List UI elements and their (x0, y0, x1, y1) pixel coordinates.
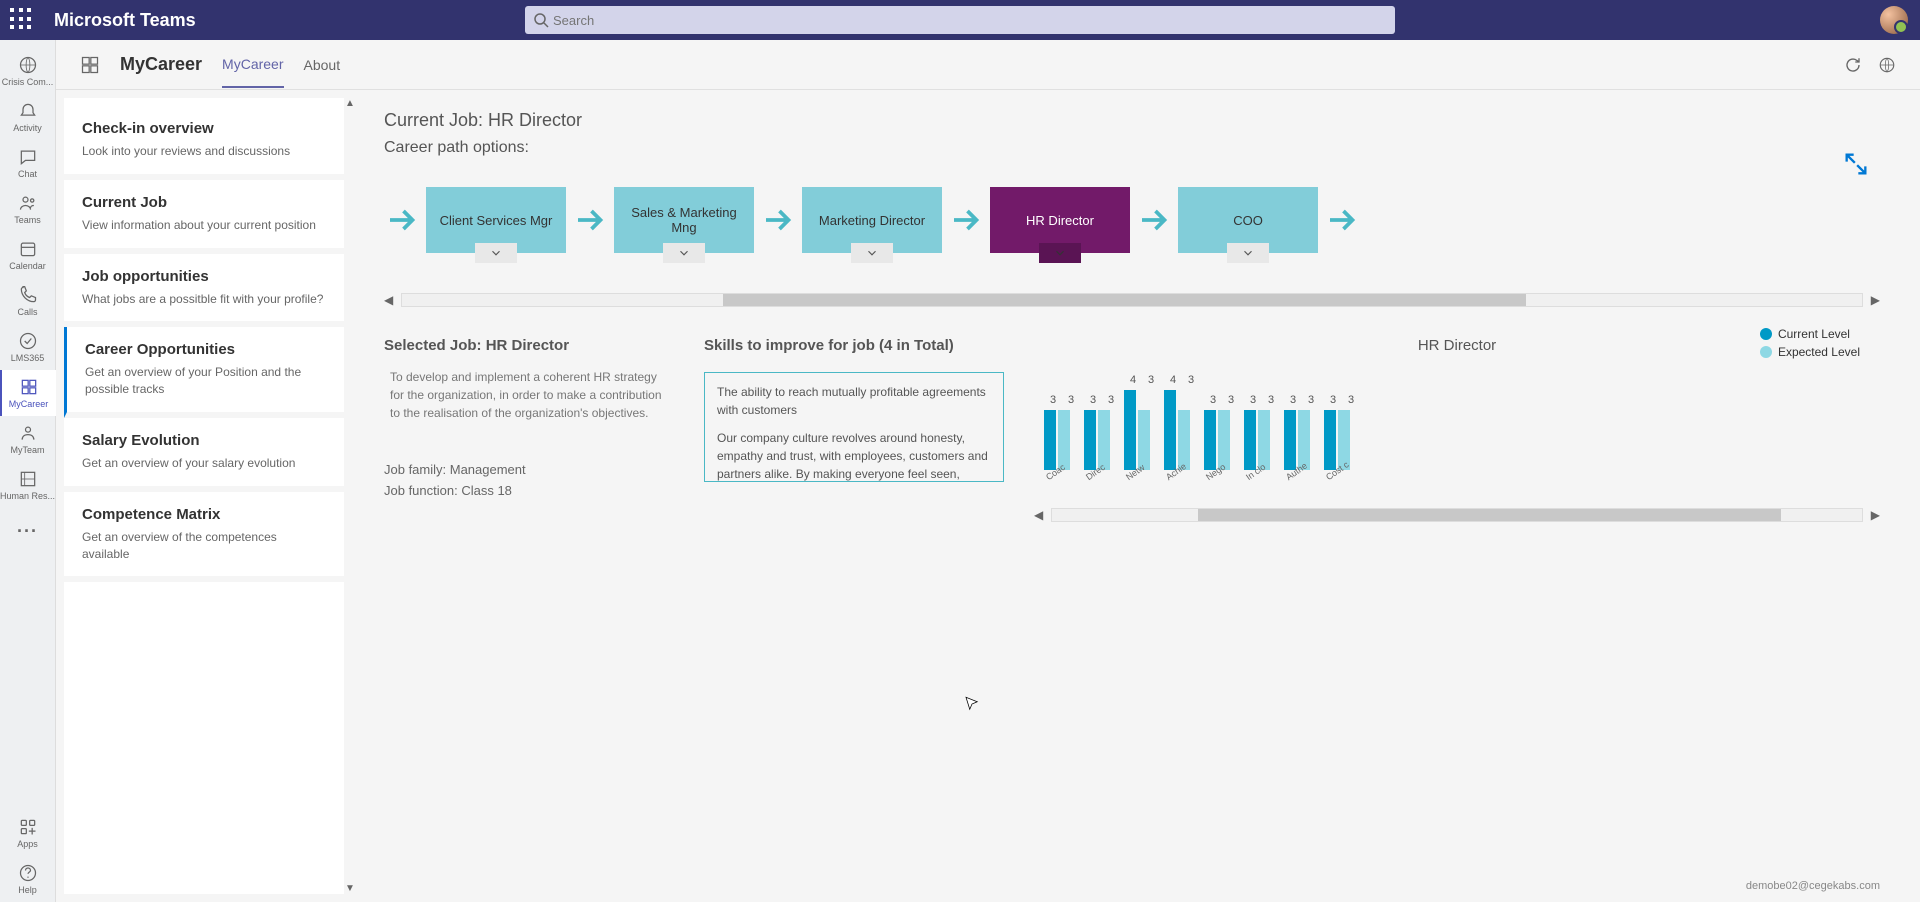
mycareer-app-icon (80, 55, 100, 75)
arrow-right-icon (948, 202, 984, 238)
bar-pair: 43 (1164, 390, 1190, 470)
rail-item-apps[interactable]: Apps (0, 810, 56, 856)
legend-dot-expected (1760, 346, 1772, 358)
path-box-4[interactable]: COO (1178, 187, 1318, 253)
selected-job-panel: Selected Job: HR Director To develop and… (384, 337, 674, 522)
search-container (525, 6, 1395, 34)
app-title: Microsoft Teams (54, 10, 196, 31)
chevron-down-icon[interactable] (663, 243, 705, 263)
selected-job-title: Selected Job: HR Director (384, 337, 674, 354)
legend-dot-current (1760, 328, 1772, 340)
expand-icon[interactable] (1842, 150, 1870, 178)
globe-icon[interactable] (1878, 56, 1896, 74)
card-checkin[interactable]: Check-in overviewLook into your reviews … (64, 106, 344, 180)
rail-item-help[interactable]: Help (0, 856, 56, 902)
rail-item-crisis[interactable]: Crisis Com... (0, 48, 56, 94)
tab-about[interactable]: About (304, 43, 341, 87)
chart-title: HR Director (1034, 337, 1880, 354)
rail-item-calendar[interactable]: Calendar (0, 232, 56, 278)
card-salary-evolution[interactable]: Salary EvolutionGet an overview of your … (64, 418, 344, 492)
tab-header: MyCareer MyCareer About (56, 40, 1920, 90)
path-box-2[interactable]: Marketing Director (802, 187, 942, 253)
rail-item-myteam[interactable]: MyTeam (0, 416, 56, 462)
selected-job-desc: To develop and implement a coherent HR s… (384, 368, 674, 422)
app-rail: Crisis Com... Activity Chat Teams Calend… (0, 40, 56, 902)
user-avatar[interactable] (1880, 6, 1908, 34)
detail-view: Current Job: HR Director Career path opt… (344, 90, 1920, 902)
arrow-right-icon (1324, 202, 1360, 238)
chart-legend: Current Level Expected Level (1760, 327, 1860, 359)
skill-description-box[interactable]: The ability to reach mutually profitable… (704, 372, 1004, 482)
chevron-down-icon[interactable] (851, 243, 893, 263)
current-job-heading: Current Job: HR Director (384, 110, 1880, 131)
path-scrollbar[interactable]: ◀ ▶ (384, 293, 1880, 307)
rail-item-mycareer[interactable]: MyCareer (0, 370, 56, 416)
arrow-right-icon (760, 202, 796, 238)
skills-chart: Current Level Expected Level HR Director… (1034, 337, 1880, 522)
job-function: Job function: Class 18 (384, 483, 674, 498)
chevron-down-icon[interactable] (1039, 243, 1081, 263)
page-title: MyCareer (120, 54, 202, 75)
title-bar: Microsoft Teams (0, 0, 1920, 40)
rail-item-chat[interactable]: Chat (0, 140, 56, 186)
scroll-left-icon[interactable]: ◀ (384, 293, 393, 307)
rail-item-lms365[interactable]: LMS365 (0, 324, 56, 370)
scroll-right-icon[interactable]: ▶ (1871, 508, 1880, 522)
card-career-opportunities[interactable]: Career OpportunitiesGet an overview of y… (64, 327, 344, 418)
chevron-down-icon[interactable] (1227, 243, 1269, 263)
chevron-down-icon[interactable] (475, 243, 517, 263)
job-family: Job family: Management (384, 462, 674, 477)
card-current-job[interactable]: Current JobView information about your c… (64, 180, 344, 254)
user-email: demobe02@cegekabs.com (1746, 880, 1880, 892)
career-path-row: Client Services Mgr Sales & Marketing Mn… (384, 187, 1880, 253)
card-competence-matrix[interactable]: Competence MatrixGet an overview of the … (64, 492, 344, 583)
waffle-icon[interactable] (10, 8, 34, 32)
arrow-right-icon (1136, 202, 1172, 238)
search-input[interactable] (525, 6, 1395, 34)
arrow-right-icon (384, 202, 420, 238)
rail-item-calls[interactable]: Calls (0, 278, 56, 324)
card-job-opportunities[interactable]: Job opportunitiesWhat jobs are a possitb… (64, 254, 344, 328)
path-box-0[interactable]: Client Services Mgr (426, 187, 566, 253)
bar-pair: 43 (1124, 390, 1150, 470)
path-box-1[interactable]: Sales & Marketing Mng (614, 187, 754, 253)
tab-mycareer[interactable]: MyCareer (222, 42, 283, 88)
rail-item-activity[interactable]: Activity (0, 94, 56, 140)
rail-item-teams[interactable]: Teams (0, 186, 56, 232)
skills-title: Skills to improve for job (4 in Total) (704, 337, 1004, 354)
scroll-right-icon[interactable]: ▶ (1871, 293, 1880, 307)
arrow-right-icon (572, 202, 608, 238)
side-panel: Check-in overviewLook into your reviews … (64, 98, 344, 894)
career-path-label: Career path options: (384, 139, 1880, 157)
skills-panel: Skills to improve for job (4 in Total) T… (704, 337, 1004, 522)
chart-scrollbar[interactable]: ◀ ▶ (1034, 508, 1880, 522)
search-icon (533, 12, 549, 28)
scrollbar-thumb[interactable] (723, 294, 1526, 306)
rail-item-humanres[interactable]: Human Res... (0, 462, 56, 508)
scrollbar-thumb[interactable] (1198, 509, 1781, 521)
rail-more[interactable]: ··· (0, 508, 56, 554)
ellipsis-icon: ··· (17, 521, 38, 542)
path-box-3[interactable]: HR Director (990, 187, 1130, 253)
refresh-icon[interactable] (1844, 56, 1862, 74)
scroll-left-icon[interactable]: ◀ (1034, 508, 1043, 522)
